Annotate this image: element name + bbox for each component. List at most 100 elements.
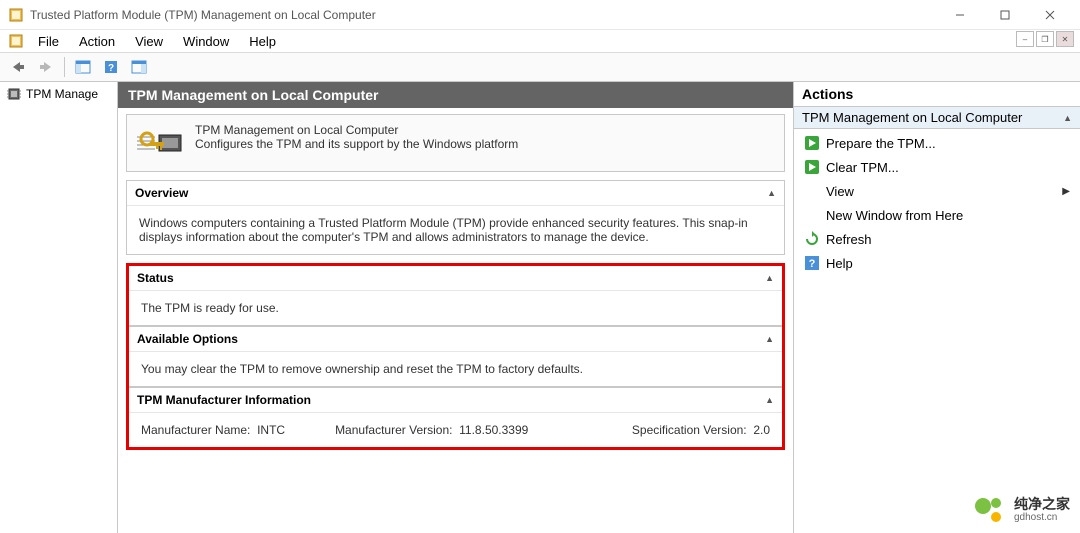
- collapse-caret-icon: ▲: [765, 273, 774, 283]
- section-available-head[interactable]: Available Options ▲: [129, 327, 782, 352]
- minimize-button[interactable]: [937, 1, 982, 29]
- actions-list: Prepare the TPM... Clear TPM... View ▶ N…: [794, 129, 1080, 277]
- svg-text:?: ?: [809, 258, 816, 270]
- section-overview-head[interactable]: Overview ▲: [127, 181, 784, 206]
- section-available-body: You may clear the TPM to remove ownershi…: [129, 352, 782, 386]
- collapse-caret-icon: ▲: [767, 188, 776, 198]
- menu-view[interactable]: View: [125, 32, 173, 51]
- section-available-title: Available Options: [137, 332, 238, 346]
- actions-header: Actions: [794, 82, 1080, 107]
- forward-button[interactable]: [34, 56, 58, 78]
- go-arrow-icon: [804, 159, 820, 175]
- maximize-button[interactable]: [982, 1, 1027, 29]
- action-help[interactable]: ? Help: [794, 251, 1080, 275]
- collapse-caret-icon: ▲: [765, 395, 774, 405]
- mfr-spec: Specification Version: 2.0: [632, 423, 770, 437]
- center-header: TPM Management on Local Computer: [118, 82, 793, 108]
- section-status-head[interactable]: Status ▲: [129, 266, 782, 291]
- watermark-text: 纯净之家 gdhost.cn: [1014, 497, 1070, 523]
- mfr-version-label: Manufacturer Version:: [335, 423, 452, 437]
- submenu-arrow-icon: ▶: [1062, 186, 1070, 197]
- mfr-spec-value: 2.0: [753, 423, 770, 437]
- key-chip-icon: [137, 123, 185, 163]
- watermark-cn: 纯净之家: [1014, 497, 1070, 512]
- menu-action[interactable]: Action: [69, 32, 125, 51]
- menu-help[interactable]: Help: [239, 32, 286, 51]
- mfr-version-value: 11.8.50.3399: [459, 423, 528, 437]
- intro-text: TPM Management on Local Computer Configu…: [195, 123, 518, 151]
- window-title: Trusted Platform Module (TPM) Management…: [30, 8, 937, 22]
- menu-window[interactable]: Window: [173, 32, 239, 51]
- actions-subheader-label: TPM Management on Local Computer: [802, 110, 1022, 125]
- actions-pane: Actions TPM Management on Local Computer…: [794, 82, 1080, 533]
- center-pane: TPM Management on Local Computer TPM Man…: [118, 82, 794, 533]
- collapse-caret-icon: ▲: [1063, 113, 1072, 123]
- highlight-annotation: Status ▲ The TPM is ready for use. Avail…: [126, 263, 785, 450]
- action-label: Help: [826, 256, 853, 271]
- action-label: New Window from Here: [826, 208, 963, 223]
- section-status-title: Status: [137, 271, 174, 285]
- section-mfr-title: TPM Manufacturer Information: [137, 393, 311, 407]
- section-available-options: Available Options ▲ You may clear the TP…: [129, 326, 782, 387]
- actions-subheader[interactable]: TPM Management on Local Computer ▲: [794, 107, 1080, 129]
- section-mfr-head[interactable]: TPM Manufacturer Information ▲: [129, 388, 782, 413]
- blank-icon: [804, 207, 820, 223]
- action-label: View: [826, 184, 854, 199]
- mdi-controls: – ❐ ✕: [1016, 31, 1074, 47]
- section-overview-body: Windows computers containing a Trusted P…: [127, 206, 784, 254]
- mfr-name: Manufacturer Name: INTC: [141, 423, 285, 437]
- refresh-icon: [804, 231, 820, 247]
- close-button[interactable]: [1027, 1, 1072, 29]
- tree-item-tpm[interactable]: TPM Manage: [2, 84, 115, 104]
- section-mfr-body: Manufacturer Name: INTC Manufacturer Ver…: [129, 413, 782, 447]
- action-view[interactable]: View ▶: [794, 179, 1080, 203]
- toolbar: ?: [0, 52, 1080, 82]
- menu-file[interactable]: File: [28, 32, 69, 51]
- action-label: Clear TPM...: [826, 160, 899, 175]
- section-status: Status ▲ The TPM is ready for use.: [129, 266, 782, 326]
- intro-box: TPM Management on Local Computer Configu…: [126, 114, 785, 172]
- section-mfr-info: TPM Manufacturer Information ▲ Manufactu…: [129, 387, 782, 447]
- mdi-close[interactable]: ✕: [1056, 31, 1074, 47]
- section-overview: Overview ▲ Windows computers containing …: [126, 180, 785, 255]
- tree-pane: TPM Manage: [0, 82, 118, 533]
- toolbar-separator: [64, 57, 65, 77]
- help-button[interactable]: ?: [99, 56, 123, 78]
- mfr-version: Manufacturer Version: 11.8.50.3399: [335, 423, 528, 437]
- watermark-url: gdhost.cn: [1014, 512, 1070, 523]
- show-hide-action-button[interactable]: [127, 56, 151, 78]
- mdi-minimize[interactable]: –: [1016, 31, 1034, 47]
- blank-icon: [804, 183, 820, 199]
- intro-line2: Configures the TPM and its support by th…: [195, 137, 518, 151]
- section-overview-title: Overview: [135, 186, 188, 200]
- action-new-window[interactable]: New Window from Here: [794, 203, 1080, 227]
- action-clear-tpm[interactable]: Clear TPM...: [794, 155, 1080, 179]
- action-refresh[interactable]: Refresh: [794, 227, 1080, 251]
- action-label: Refresh: [826, 232, 872, 247]
- mfr-name-value: INTC: [257, 423, 285, 437]
- titlebar: Trusted Platform Module (TPM) Management…: [0, 0, 1080, 30]
- action-label: Prepare the TPM...: [826, 136, 936, 151]
- menubar: File Action View Window Help – ❐ ✕: [0, 30, 1080, 52]
- app-icon: [8, 7, 24, 23]
- mfr-spec-label: Specification Version:: [632, 423, 747, 437]
- help-icon: ?: [804, 255, 820, 271]
- mdi-restore[interactable]: ❐: [1036, 31, 1054, 47]
- center-body: TPM Management on Local Computer Configu…: [118, 108, 793, 533]
- tree-item-label: TPM Manage: [26, 87, 98, 101]
- watermark: 纯净之家 gdhost.cn: [974, 495, 1070, 525]
- tpm-chip-icon: [6, 86, 22, 102]
- main-area: TPM Manage TPM Management on Local Compu…: [0, 82, 1080, 533]
- collapse-caret-icon: ▲: [765, 334, 774, 344]
- back-button[interactable]: [6, 56, 30, 78]
- go-arrow-icon: [804, 135, 820, 151]
- show-hide-tree-button[interactable]: [71, 56, 95, 78]
- mmc-icon: [8, 33, 24, 49]
- window-controls: [937, 1, 1072, 29]
- mfr-name-label: Manufacturer Name:: [141, 423, 250, 437]
- action-prepare-tpm[interactable]: Prepare the TPM...: [794, 131, 1080, 155]
- intro-line1: TPM Management on Local Computer: [195, 123, 518, 137]
- section-status-body: The TPM is ready for use.: [129, 291, 782, 325]
- watermark-logo-icon: [974, 495, 1008, 525]
- svg-text:?: ?: [108, 63, 114, 74]
